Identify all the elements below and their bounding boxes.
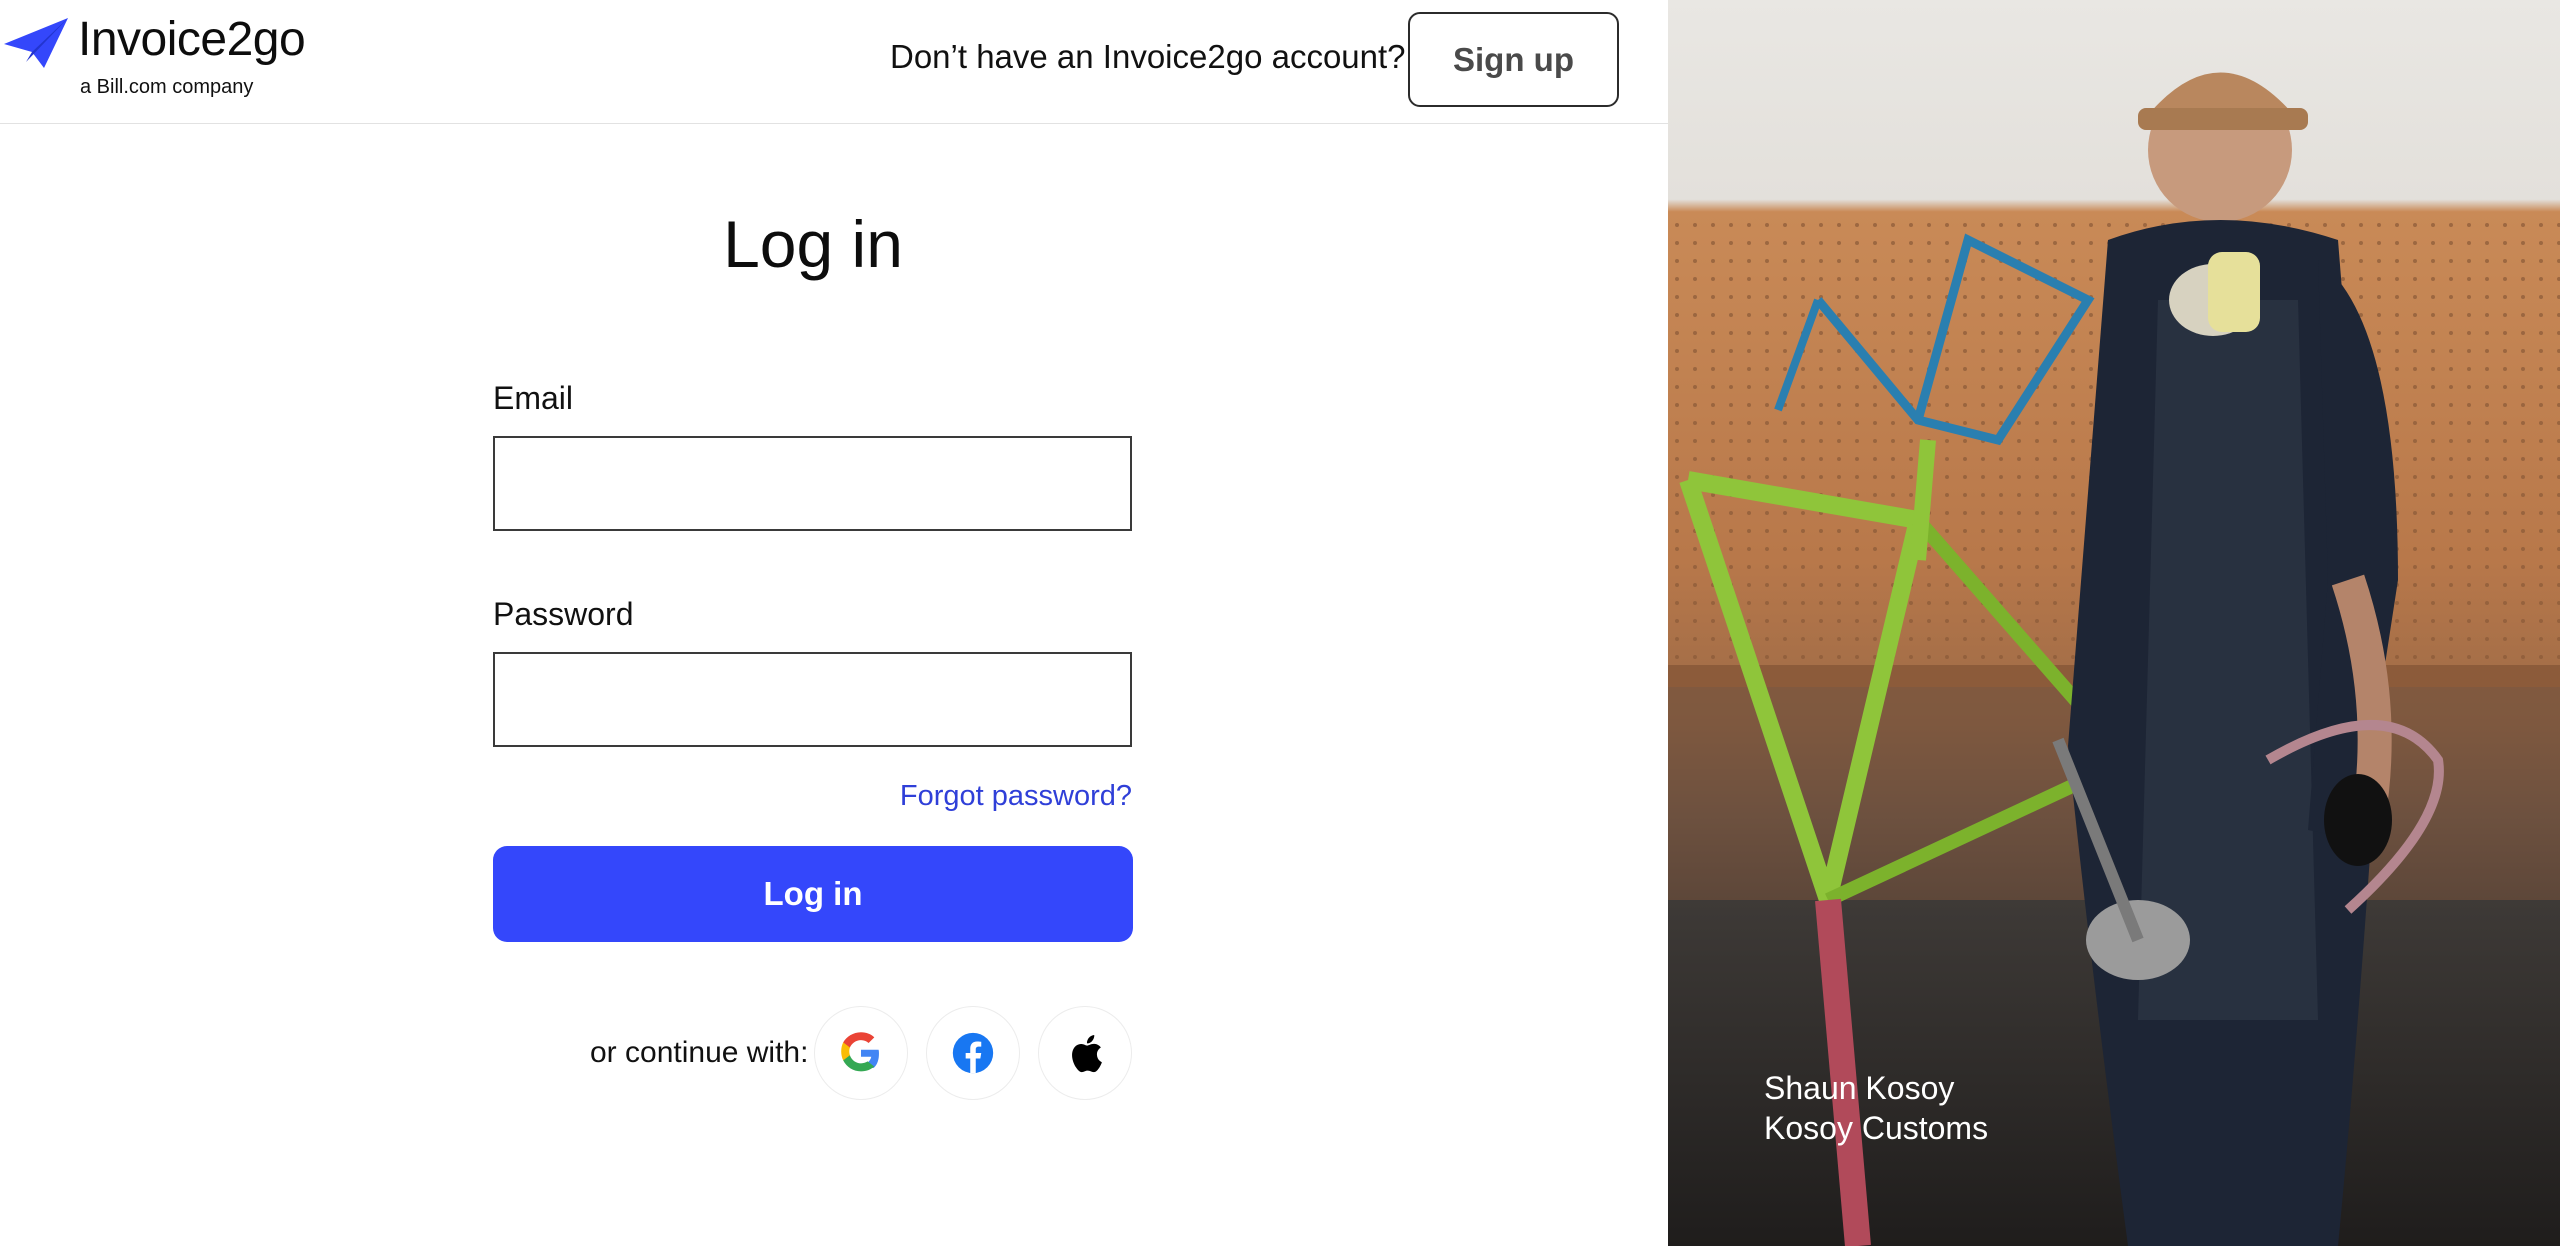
forgot-password-link[interactable]: Forgot password?: [900, 780, 1132, 813]
email-field[interactable]: [493, 436, 1132, 531]
workshop-photo-illustration: [1668, 72, 2560, 1246]
hero-photo: Shaun Kosoy Kosoy Customs: [1668, 0, 2560, 1246]
login-panel: Invoice2go a Bill.com company Don’t have…: [0, 0, 1668, 1246]
brand-name[interactable]: Invoice2go: [78, 12, 306, 67]
google-icon: [841, 1032, 879, 1072]
continue-with-label: or continue with:: [590, 1036, 809, 1069]
password-field[interactable]: [493, 652, 1132, 747]
page-title: Log in: [723, 207, 903, 281]
facebook-login-button[interactable]: [926, 1006, 1020, 1100]
password-label: Password: [493, 596, 634, 632]
log-in-button[interactable]: Log in: [493, 846, 1133, 942]
brand-subtitle: a Bill.com company: [80, 76, 254, 98]
photo-caption-name: Shaun Kosoy: [1764, 1070, 1955, 1106]
apple-login-button[interactable]: [1038, 1006, 1132, 1100]
top-bar: Invoice2go a Bill.com company Don’t have…: [0, 0, 1668, 124]
paper-plane-logo-icon: [4, 18, 68, 68]
email-label: Email: [493, 380, 574, 416]
apple-icon: [1072, 1034, 1102, 1073]
signup-prompt: Don’t have an Invoice2go account?: [890, 38, 1406, 75]
facebook-icon: [952, 1032, 994, 1074]
sign-up-button[interactable]: Sign up: [1408, 12, 1619, 107]
google-login-button[interactable]: [814, 1006, 908, 1100]
photo-caption-company: Kosoy Customs: [1764, 1110, 1989, 1146]
